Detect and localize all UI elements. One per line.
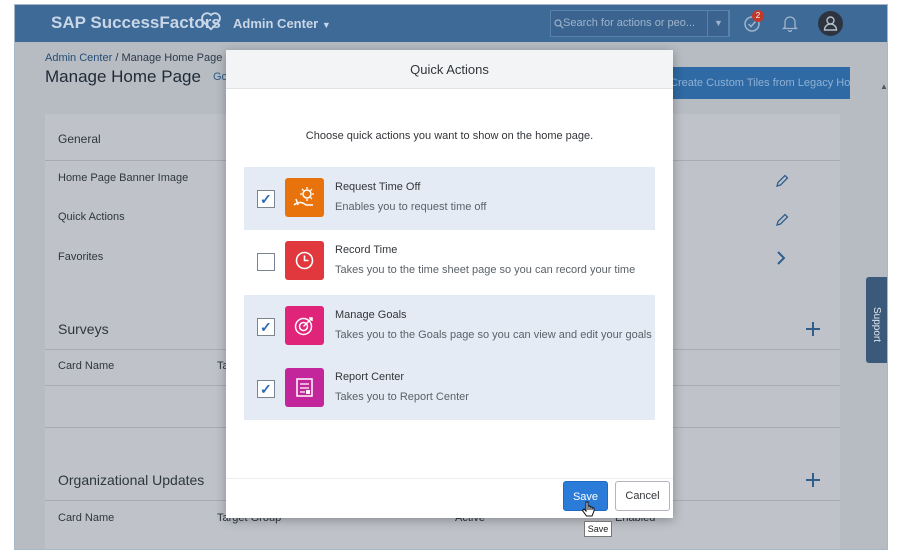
checkbox-report-center[interactable]: ✓ bbox=[257, 380, 275, 398]
time-off-icon bbox=[285, 178, 324, 217]
checkbox-record-time[interactable] bbox=[257, 253, 275, 271]
quick-action-item[interactable]: ✓ Request Time Off Enables you to reques… bbox=[244, 167, 655, 230]
item-title: Request Time Off bbox=[335, 181, 421, 193]
quick-action-item[interactable]: Record Time Takes you to the time sheet … bbox=[244, 230, 655, 293]
bell-icon[interactable] bbox=[782, 15, 798, 32]
report-icon bbox=[285, 368, 324, 407]
edit-pencil-icon[interactable] bbox=[774, 212, 790, 228]
cancel-button[interactable]: Cancel bbox=[615, 481, 670, 511]
row-favorites: Favorites bbox=[58, 251, 104, 263]
search-scope-dropdown[interactable]: ▼ bbox=[707, 10, 729, 37]
edit-pencil-icon[interactable] bbox=[774, 173, 790, 189]
item-title: Record Time bbox=[335, 244, 398, 256]
search-input[interactable]: Search for actions or peo... bbox=[550, 10, 730, 37]
chevron-down-icon: ▼ bbox=[321, 20, 331, 30]
search-placeholder: Search for actions or peo... bbox=[563, 17, 696, 29]
heart-logo-icon bbox=[201, 12, 221, 31]
quick-action-item[interactable]: ✓ Report Center Takes you to Report Cent… bbox=[244, 357, 655, 420]
row-banner-image: Home Page Banner Image bbox=[58, 172, 189, 184]
column-card-name: Card Name bbox=[58, 512, 115, 524]
hand-cursor-icon bbox=[581, 501, 595, 517]
app-window: SAP SuccessFactors Admin Center ▼ Search… bbox=[14, 4, 888, 550]
item-title: Report Center bbox=[335, 371, 405, 383]
chevron-down-icon: ▼ bbox=[714, 18, 723, 28]
item-title: Manage Goals bbox=[335, 309, 407, 321]
chevron-up-icon: ▲ bbox=[880, 82, 888, 91]
dialog-intro: Choose quick actions you want to show on… bbox=[305, 130, 594, 142]
target-icon bbox=[285, 306, 324, 345]
item-description: Takes you to the time sheet page so you … bbox=[335, 264, 636, 276]
item-description: Takes you to Report Center bbox=[335, 391, 469, 403]
quick-actions-dialog: Quick Actions Choose quick actions you w… bbox=[226, 50, 673, 518]
top-bar: SAP SuccessFactors Admin Center ▼ Search… bbox=[15, 5, 887, 42]
section-heading-org-updates: Organizational Updates bbox=[58, 472, 205, 488]
dialog-header: Quick Actions bbox=[226, 50, 673, 89]
module-menu[interactable]: Admin Center ▼ bbox=[233, 16, 331, 31]
checkbox-manage-goals[interactable]: ✓ bbox=[257, 318, 275, 336]
add-icon[interactable] bbox=[805, 321, 821, 337]
breadcrumb-current: Manage Home Page bbox=[121, 52, 223, 64]
checkmark-icon: ✓ bbox=[260, 319, 272, 335]
create-from-legacy-button[interactable]: Create Custom Tiles from Legacy Home Pag… bbox=[670, 67, 850, 99]
notification-badge: 2 bbox=[752, 10, 764, 22]
scrollbar[interactable]: ▲ bbox=[880, 82, 888, 532]
breadcrumb-link-admin-center[interactable]: Admin Center bbox=[45, 52, 112, 64]
quick-action-item[interactable]: ✓ Manage Goals Takes you to the Goals pa… bbox=[244, 295, 655, 358]
section-heading-general: General bbox=[58, 132, 101, 146]
column-card-name: Card Name bbox=[58, 360, 115, 372]
add-icon[interactable] bbox=[805, 472, 821, 488]
breadcrumb: Admin Center / Manage Home Page bbox=[45, 52, 223, 64]
save-tooltip: Save bbox=[584, 521, 612, 537]
page-title: Manage Home Page bbox=[45, 67, 201, 86]
brand-logo[interactable]: SAP SuccessFactors bbox=[51, 13, 221, 33]
module-label: Admin Center bbox=[233, 16, 319, 31]
checkbox-request-time-off[interactable]: ✓ bbox=[257, 190, 275, 208]
row-quick-actions: Quick Actions bbox=[58, 211, 125, 223]
checkmark-icon: ✓ bbox=[260, 381, 272, 397]
chevron-right-icon[interactable] bbox=[775, 250, 787, 266]
user-icon bbox=[823, 16, 838, 31]
clock-icon bbox=[285, 241, 324, 280]
avatar[interactable] bbox=[818, 11, 843, 36]
checkmark-icon: ✓ bbox=[260, 191, 272, 207]
dialog-title: Quick Actions bbox=[410, 62, 489, 77]
item-description: Enables you to request time off bbox=[335, 201, 487, 213]
section-heading-surveys: Surveys bbox=[58, 321, 109, 337]
item-description: Takes you to the Goals page so you can v… bbox=[335, 329, 652, 341]
